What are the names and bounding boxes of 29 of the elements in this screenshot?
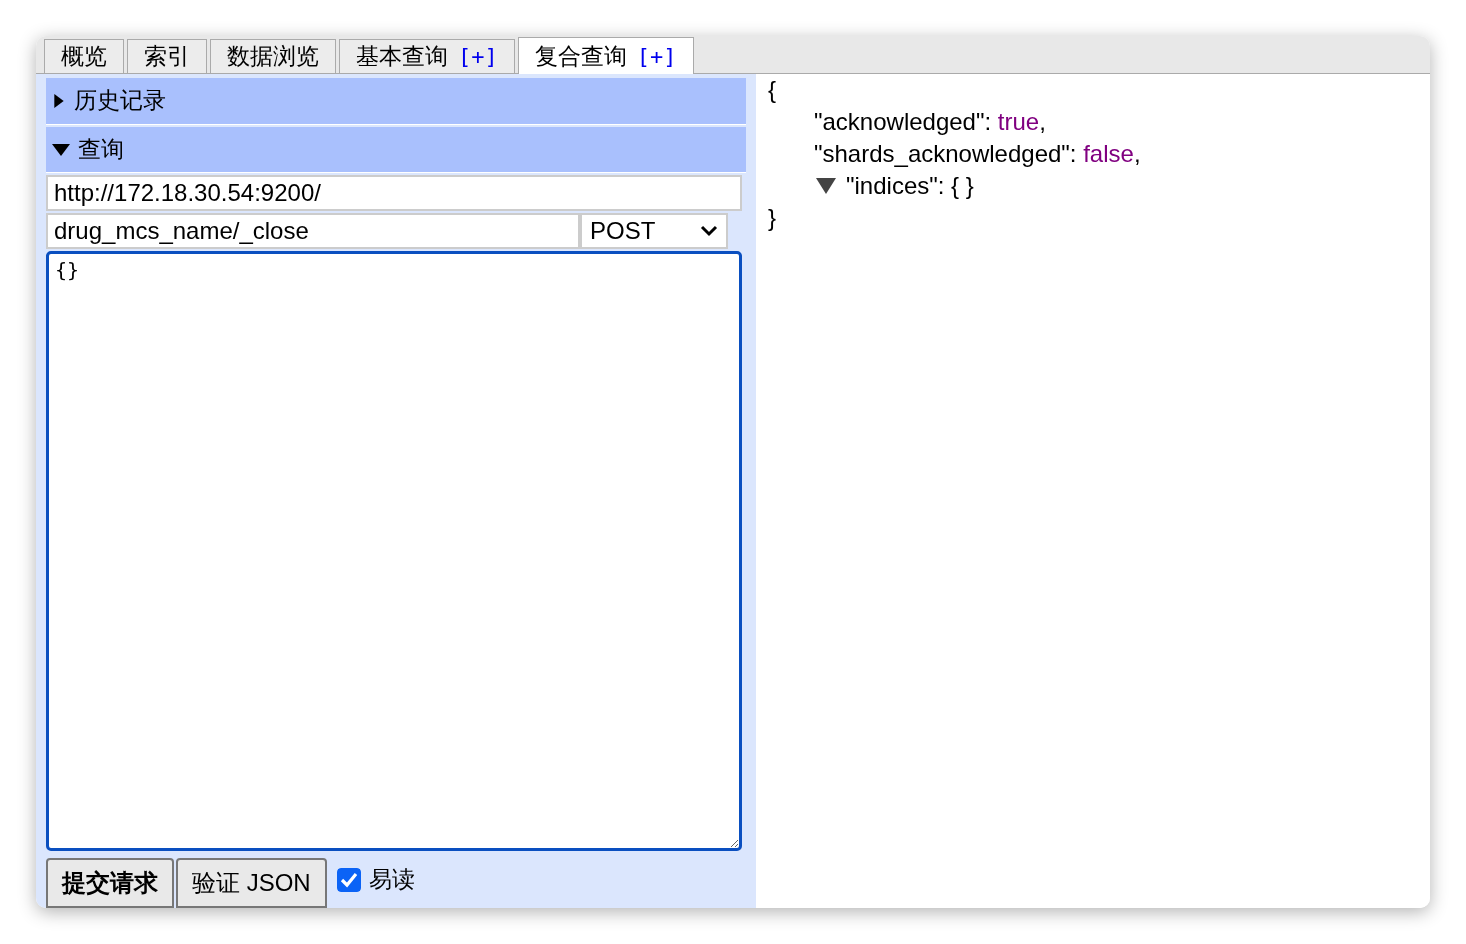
tab[interactable]: 复合查询 [+] [517,37,694,74]
comma: , [1133,139,1141,169]
checkbox-label: 易读 [368,865,415,894]
request-body-field[interactable]: {} [46,250,742,851]
tab[interactable]: 索引 [127,39,207,73]
brace: { [768,75,777,105]
brace: } [768,203,777,233]
section-header[interactable]: 查询 [46,126,746,174]
section-header[interactable]: 历史记录 [46,78,746,125]
json-value: true [997,107,1040,137]
tab[interactable]: 基本查询 [+] [339,39,515,73]
tab[interactable]: 概览 [44,39,124,73]
url-field[interactable]: http://172.18.30.54:9200/ [46,175,742,211]
triangle-down-icon[interactable] [816,178,836,194]
path-field[interactable]: drug_mcs_name/_close [46,212,580,249]
json-value: { } [951,171,974,201]
json-value: false [1083,139,1134,169]
json-key: "shards_acknowledged": [814,138,1084,170]
tab[interactable]: 数据浏览 [210,39,336,73]
checkbox[interactable] [336,867,361,892]
json-key: "indices": [846,170,952,202]
method-select[interactable]: POST [580,212,728,249]
submit-button[interactable]: 提交请求 [46,858,174,908]
validate-button[interactable]: 验证 JSON [176,858,327,908]
section-title: 查询 [78,134,124,164]
comma: , [1039,107,1046,137]
section-title: 历史记录 [74,86,166,116]
chevron-down-icon [700,224,718,237]
json-key: "acknowledged": [814,106,998,138]
